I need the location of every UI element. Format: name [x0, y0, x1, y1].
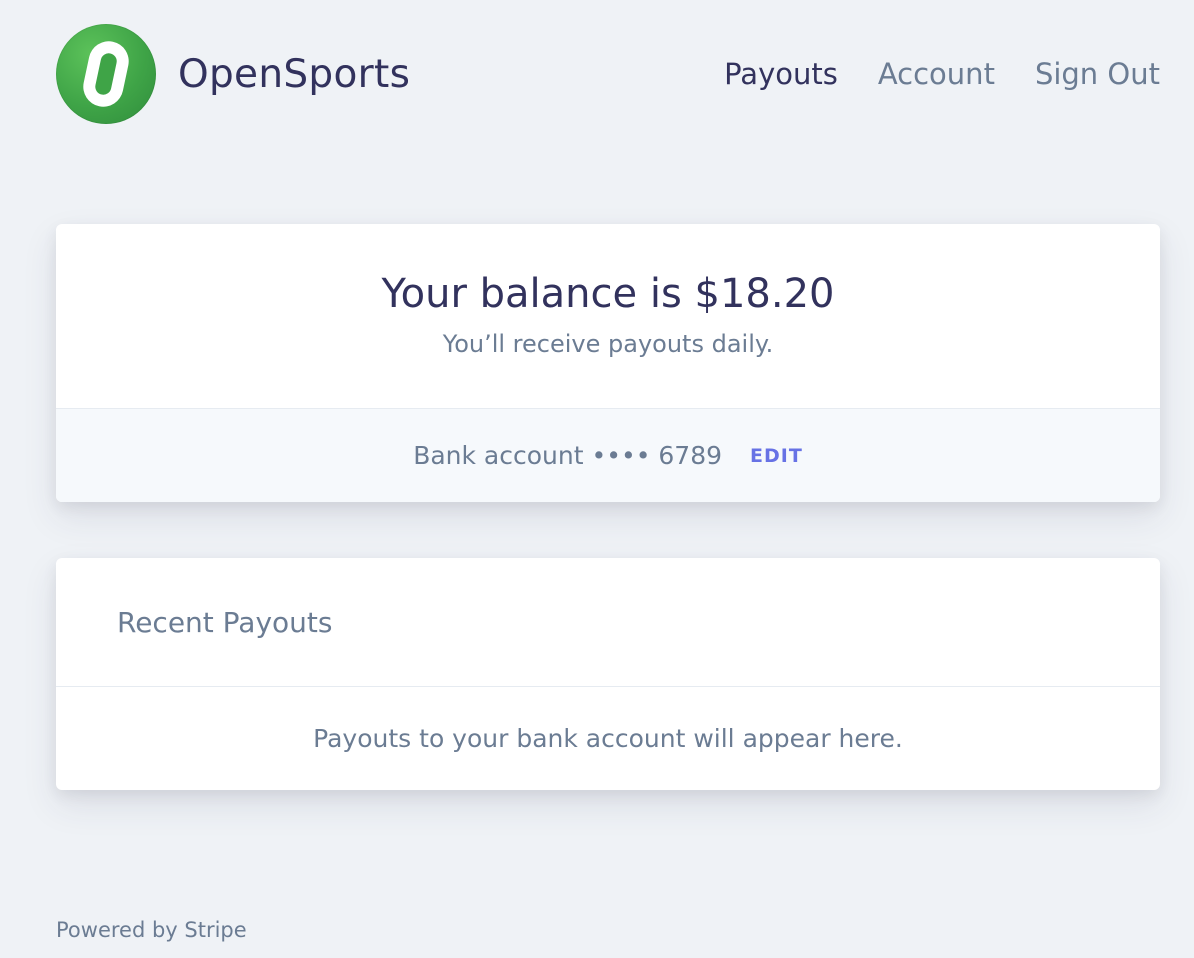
header: OpenSports Payouts Account Sign Out	[56, 24, 1160, 124]
top-nav: Payouts Account Sign Out	[684, 57, 1160, 91]
empty-payouts-message: Payouts to your bank account will appear…	[313, 724, 903, 753]
opensports-logo-icon	[56, 24, 156, 124]
nav-payouts[interactable]: Payouts	[724, 57, 838, 91]
balance-card: Your balance is $18.20 You’ll receive pa…	[56, 224, 1160, 502]
bank-account-row: Bank account •••• 6789 EDIT	[56, 409, 1160, 502]
powered-by-stripe: Powered by Stripe	[56, 918, 247, 942]
payout-schedule-text: You’ll receive payouts daily.	[442, 330, 774, 358]
balance-summary: Your balance is $18.20 You’ll receive pa…	[56, 224, 1160, 409]
brand-link[interactable]: OpenSports	[56, 24, 410, 124]
payouts-page: OpenSports Payouts Account Sign Out Your…	[0, 0, 1194, 958]
nav-sign-out[interactable]: Sign Out	[1035, 57, 1160, 91]
edit-bank-account-button[interactable]: EDIT	[750, 445, 803, 467]
recent-payouts-title: Recent Payouts	[117, 605, 333, 639]
balance-title: Your balance is $18.20	[381, 271, 835, 317]
recent-payouts-header: Recent Payouts	[56, 558, 1160, 687]
nav-account[interactable]: Account	[878, 57, 995, 91]
brand-name: OpenSports	[178, 51, 411, 97]
recent-payouts-card: Recent Payouts Payouts to your bank acco…	[56, 558, 1160, 790]
bank-account-text: Bank account •••• 6789	[413, 441, 723, 470]
